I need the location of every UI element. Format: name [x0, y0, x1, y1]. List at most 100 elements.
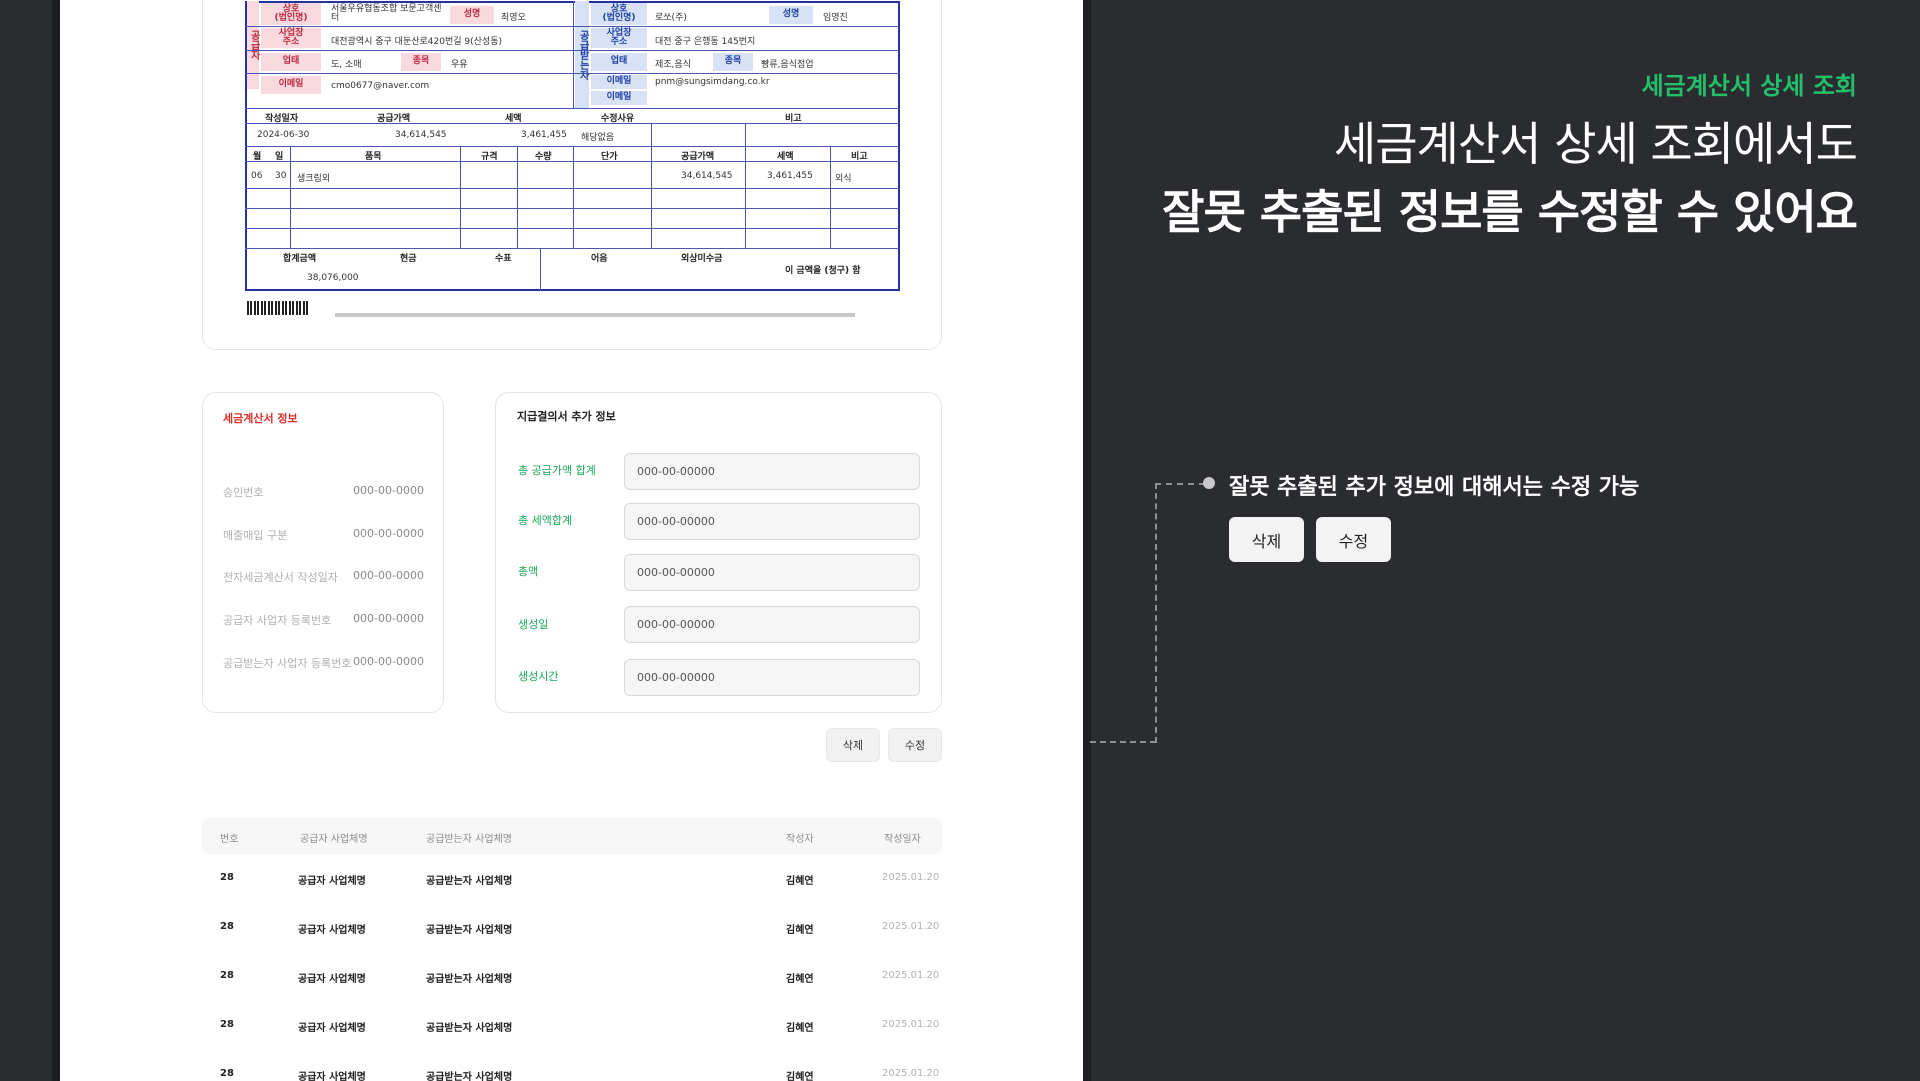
table-row[interactable]: 28 공급자 사업체명 공급받는자 사업체명 김혜연 2025.01.20 — [202, 1050, 942, 1081]
supplier-reg-number-value: 000-00-0000 — [353, 612, 424, 625]
table-row[interactable]: 28 공급자 사업체명 공급받는자 사업체명 김혜연 2025.01.20 — [202, 903, 942, 952]
summary-header-tax: 세액 — [505, 114, 522, 124]
payment-extra-info-title: 지급결의서 추가 정보 — [517, 410, 616, 423]
footer-text-cropped — [335, 313, 855, 317]
supplier-ceo: 최영오 — [501, 13, 526, 23]
buyer-company: 로쏘(주) — [655, 13, 687, 23]
supplier-business: 도, 소매 — [331, 60, 362, 70]
row-number: 28 — [220, 1068, 234, 1079]
item-day: 30 — [275, 171, 287, 181]
grid-line — [573, 1, 574, 108]
row-buyer: 공급받는자 사업체명 — [426, 1023, 513, 1034]
row-number: 28 — [220, 970, 234, 981]
promo-headline-line1: 세금계산서 상세 조회에서도 — [1333, 117, 1858, 171]
item-name: 생크림외 — [297, 174, 331, 184]
supplier-company-label: 상호 (법인명) — [261, 3, 321, 25]
grid-line — [517, 146, 518, 248]
created-date-input[interactable]: 000-00-00000 — [624, 606, 920, 643]
grid-line — [830, 146, 831, 248]
buyer-company-label: 상호 (법인명) — [591, 3, 647, 25]
grid-line — [573, 146, 574, 248]
summary-reason: 해당없음 — [581, 133, 615, 143]
claim-text: 이 금액을 (청구) 함 — [785, 266, 861, 276]
item-header-spec: 규격 — [481, 152, 498, 162]
summary-header-note: 비고 — [785, 114, 802, 124]
buyer-email-label: 이메일 — [591, 75, 647, 89]
total-supply-input[interactable]: 000-00-00000 — [624, 453, 920, 490]
table-row[interactable]: 28 공급자 사업체명 공급받는자 사업체명 김혜연 2025.01.20 — [202, 854, 942, 903]
created-date-label: 생성일 — [518, 618, 549, 631]
total-tax-input[interactable]: 000-00-00000 — [624, 503, 920, 540]
summary-tax: 3,461,455 — [521, 130, 567, 140]
invoice-image-card: 공급자 상호 (법인명) 서울우유협동조합 보문고객센터 성명 최영오 사업장 … — [202, 0, 942, 350]
summary-date: 2024-06-30 — [257, 130, 310, 140]
grid-line — [290, 146, 291, 248]
row-supplier: 공급자 사업체명 — [298, 925, 366, 936]
item-month: 06 — [251, 171, 263, 181]
created-time-label: 생성시간 — [518, 670, 559, 683]
row-supplier: 공급자 사업체명 — [298, 1023, 366, 1034]
tax-invoice-info-title: 세금계산서 정보 — [223, 412, 298, 425]
row-number: 28 — [220, 921, 234, 932]
row-writer: 김혜연 — [786, 876, 814, 887]
buyer-item: 빵류,음식점업 — [761, 60, 814, 70]
supplier-reg-number-label: 공급자 사업자 등록번호 — [223, 614, 332, 627]
buyer-address-label: 사업장 주소 — [591, 28, 647, 48]
row-supplier: 공급자 사업체명 — [298, 876, 366, 887]
supplier-email: cmo0677@naver.com — [331, 81, 430, 91]
table-row[interactable]: 28 공급자 사업체명 공급받는자 사업체명 김혜연 2025.01.20 — [202, 952, 942, 1001]
invoice-scan: 공급자 상호 (법인명) 서울우유협동조합 보문고객센터 성명 최영오 사업장 … — [245, 1, 900, 331]
grand-total-input[interactable]: 000-00-00000 — [624, 554, 920, 591]
buyer-item-label: 종목 — [713, 53, 753, 71]
supplier-address: 대전광역시 중구 대둔산로420번길 9(산성동) — [331, 37, 502, 47]
summary-header-date: 작성일자 — [265, 114, 299, 124]
grid-line — [540, 248, 541, 291]
row-date: 2025.01.20 — [882, 970, 940, 981]
callout-delete-button[interactable]: 삭제 — [1229, 517, 1304, 562]
total-tax-label: 총 세액합계 — [518, 514, 573, 527]
row-writer: 김혜연 — [786, 925, 814, 936]
e-invoice-date-value: 000-00-0000 — [353, 569, 424, 582]
supplier-side-label: 공급자 — [247, 1, 259, 89]
grid-line — [460, 146, 461, 248]
supplier-ceo-label: 성명 — [450, 6, 494, 24]
row-date: 2025.01.20 — [882, 1068, 940, 1079]
total-header-check: 수표 — [495, 254, 512, 264]
supplier-business-label: 업태 — [261, 53, 321, 71]
total-header-credit: 외상미수금 — [681, 254, 723, 264]
sales-purchase-type-label: 매출매입 구분 — [223, 529, 288, 542]
callout-connector — [1155, 483, 1157, 743]
col-header-buyer: 공급받는자 사업체명 — [426, 834, 512, 845]
callout-connector — [1090, 741, 1156, 743]
supplier-address-label: 사업장 주소 — [261, 28, 321, 48]
item-tax: 3,461,455 — [767, 171, 813, 181]
col-header-date: 작성일자 — [884, 834, 921, 845]
summary-header-reason: 수정사유 — [601, 114, 635, 124]
sales-purchase-type-value: 000-00-0000 — [353, 527, 424, 540]
row-writer: 김혜연 — [786, 1072, 814, 1081]
supplier-item: 우유 — [451, 60, 468, 70]
row-writer: 김혜연 — [786, 974, 814, 985]
callout-text: 잘못 추출된 추가 정보에 대해서는 수정 가능 — [1229, 475, 1640, 500]
promo-headline-line2: 잘못 추출된 정보를 수정할 수 있어요 — [1162, 185, 1858, 239]
grid-line — [245, 248, 900, 249]
total-header-sum: 합계금액 — [283, 254, 317, 264]
panel-left-edge — [52, 0, 60, 1081]
edit-button[interactable]: 수정 — [888, 728, 942, 762]
row-number: 28 — [220, 872, 234, 883]
item-header-day: 일 — [275, 152, 284, 162]
payment-extra-info-card: 지급결의서 추가 정보 총 공급가액 합계 000-00-00000 총 세액합… — [495, 392, 942, 713]
delete-button[interactable]: 삭제 — [826, 728, 880, 762]
row-number: 28 — [220, 1019, 234, 1030]
supplier-company: 서울우유협동조합 보문고객센터 — [331, 4, 442, 24]
row-buyer: 공급받는자 사업체명 — [426, 1072, 513, 1081]
total-supply-label: 총 공급가액 합계 — [518, 464, 596, 477]
created-time-input[interactable]: 000-00-00000 — [624, 659, 920, 696]
summary-header-supply: 공급가액 — [377, 114, 411, 124]
row-buyer: 공급받는자 사업체명 — [426, 876, 513, 887]
item-header-month: 월 — [253, 152, 262, 162]
row-date: 2025.01.20 — [882, 1019, 940, 1030]
row-buyer: 공급받는자 사업체명 — [426, 974, 513, 985]
table-row[interactable]: 28 공급자 사업체명 공급받는자 사업체명 김혜연 2025.01.20 — [202, 1001, 942, 1050]
callout-edit-button[interactable]: 수정 — [1316, 517, 1391, 562]
